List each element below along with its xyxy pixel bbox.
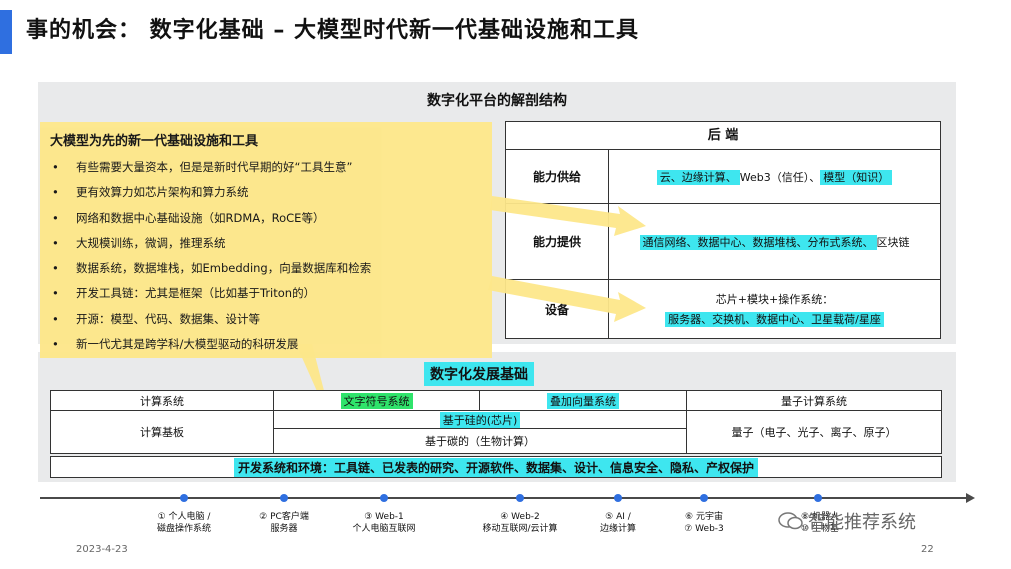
label-line: ⑤ AI / <box>605 512 631 522</box>
wechat-icon <box>778 512 803 530</box>
timeline-arrowhead <box>966 493 975 503</box>
footer-date: 2023-4-23 <box>76 544 128 555</box>
timeline-dot <box>614 494 622 502</box>
highlight-text: 开发系统和环境：工具链、已发表的研究、开源软件、数据集、设计、信息安全、隐私、产… <box>233 457 758 477</box>
label-line: 边缘计算 <box>599 524 636 534</box>
list-item: 新一代尤其是跨学科/大模型驱动的科研发展 <box>50 332 482 358</box>
label-line: ③ Web-1 <box>364 512 404 522</box>
arrow-to-device <box>488 276 646 322</box>
timeline-label: ③ Web-1 个人电脑互联网 <box>334 511 434 535</box>
label-line: ⑦ Web-3 <box>684 524 724 534</box>
cell-compute-system: 计算系统 <box>51 391 274 411</box>
note-list: 有些需要大量资本，但是是新时代早期的好“工具生意” 更有效算力如芯片架构和算力系… <box>50 155 482 358</box>
foundation-title: 数字化发展基础 <box>424 362 534 386</box>
cell-compute-substrate: 计算基板 <box>51 411 274 453</box>
list-item: 开源：模型、代码、数据集、设计等 <box>50 307 482 333</box>
highlight-text: 文字符号系统 <box>340 392 413 409</box>
dev-env-bar: 开发系统和环境：工具链、已发表的研究、开源软件、数据集、设计、信息安全、隐私、产… <box>50 456 942 478</box>
timeline-dot <box>700 494 708 502</box>
highlight-text: 基于硅的(芯片) <box>439 411 521 428</box>
timeline-dot <box>180 494 188 502</box>
cell-quantum: 量子（电子、光子、离子、原子） <box>731 426 897 439</box>
timeline-label: ② PC客户端 服务器 <box>234 511 334 535</box>
timeline-label: ⑤ AI / 边缘计算 <box>568 511 668 535</box>
watermark-text: 智能推荐系统 <box>808 512 916 533</box>
label-line: 移动互联网/云计算 <box>482 524 558 534</box>
timeline-label: ④ Web-2 移动互联网/云计算 <box>470 511 570 535</box>
list-item: 网络和数据中心基础设施（如RDMA，RoCE等） <box>50 206 482 232</box>
cell-vector-system: 叠加向量系统 <box>480 391 687 411</box>
label-line: 个人电脑互联网 <box>352 524 416 534</box>
note-title: 大模型为先的新一代基础设施和工具 <box>50 134 259 149</box>
infrastructure-note: 大模型为先的新一代基础设施和工具 有些需要大量资本，但是是新时代早期的好“工具生… <box>40 122 492 358</box>
list-item: 开发工具链：尤其是框架（比如基于Triton的） <box>50 281 482 307</box>
highlight-text: 叠加向量系统 <box>547 392 619 409</box>
timeline-dot <box>280 494 288 502</box>
timeline-label: ⑥ 元宇宙 ⑦ Web-3 <box>654 511 754 535</box>
label-line: 服务器 <box>270 524 298 534</box>
list-item: 大规模训练，微调，推理系统 <box>50 231 482 257</box>
arrow-to-provide <box>490 196 646 236</box>
label-line: ⑥ 元宇宙 <box>685 512 723 522</box>
cell-carbon: 基于碳的（生物计算） <box>274 429 687 453</box>
timeline-dot <box>814 494 822 502</box>
label-line: ① 个人电脑 / <box>157 512 211 522</box>
timeline-label: ① 个人电脑 / 磁盘操作系统 <box>134 511 234 535</box>
watermark: 智能推荐系统 <box>778 508 916 534</box>
foundation-table: 计算系统 计算基板 文字符号系统 叠加向量系统 基于硅的(芯片) 基于碳的（生物… <box>50 390 942 454</box>
list-item: 有些需要大量资本，但是是新时代早期的好“工具生意” <box>50 155 482 181</box>
label-line: ④ Web-2 <box>500 512 540 522</box>
timeline-dot <box>380 494 388 502</box>
page-number: 22 <box>921 544 934 555</box>
cell-text-system: 文字符号系统 <box>274 391 480 411</box>
cell-silicon: 基于硅的(芯片) <box>274 411 687 429</box>
label-line: 磁盘操作系统 <box>156 524 211 534</box>
timeline-dot <box>516 494 524 502</box>
list-item: 更有效算力如芯片架构和算力系统 <box>50 180 482 206</box>
list-item: 数据系统，数据堆栈，如Embedding，向量数据库和检索 <box>50 256 482 282</box>
cell-quantum-system: 量子计算系统 <box>687 391 941 411</box>
label-line: ② PC客户端 <box>259 512 309 522</box>
